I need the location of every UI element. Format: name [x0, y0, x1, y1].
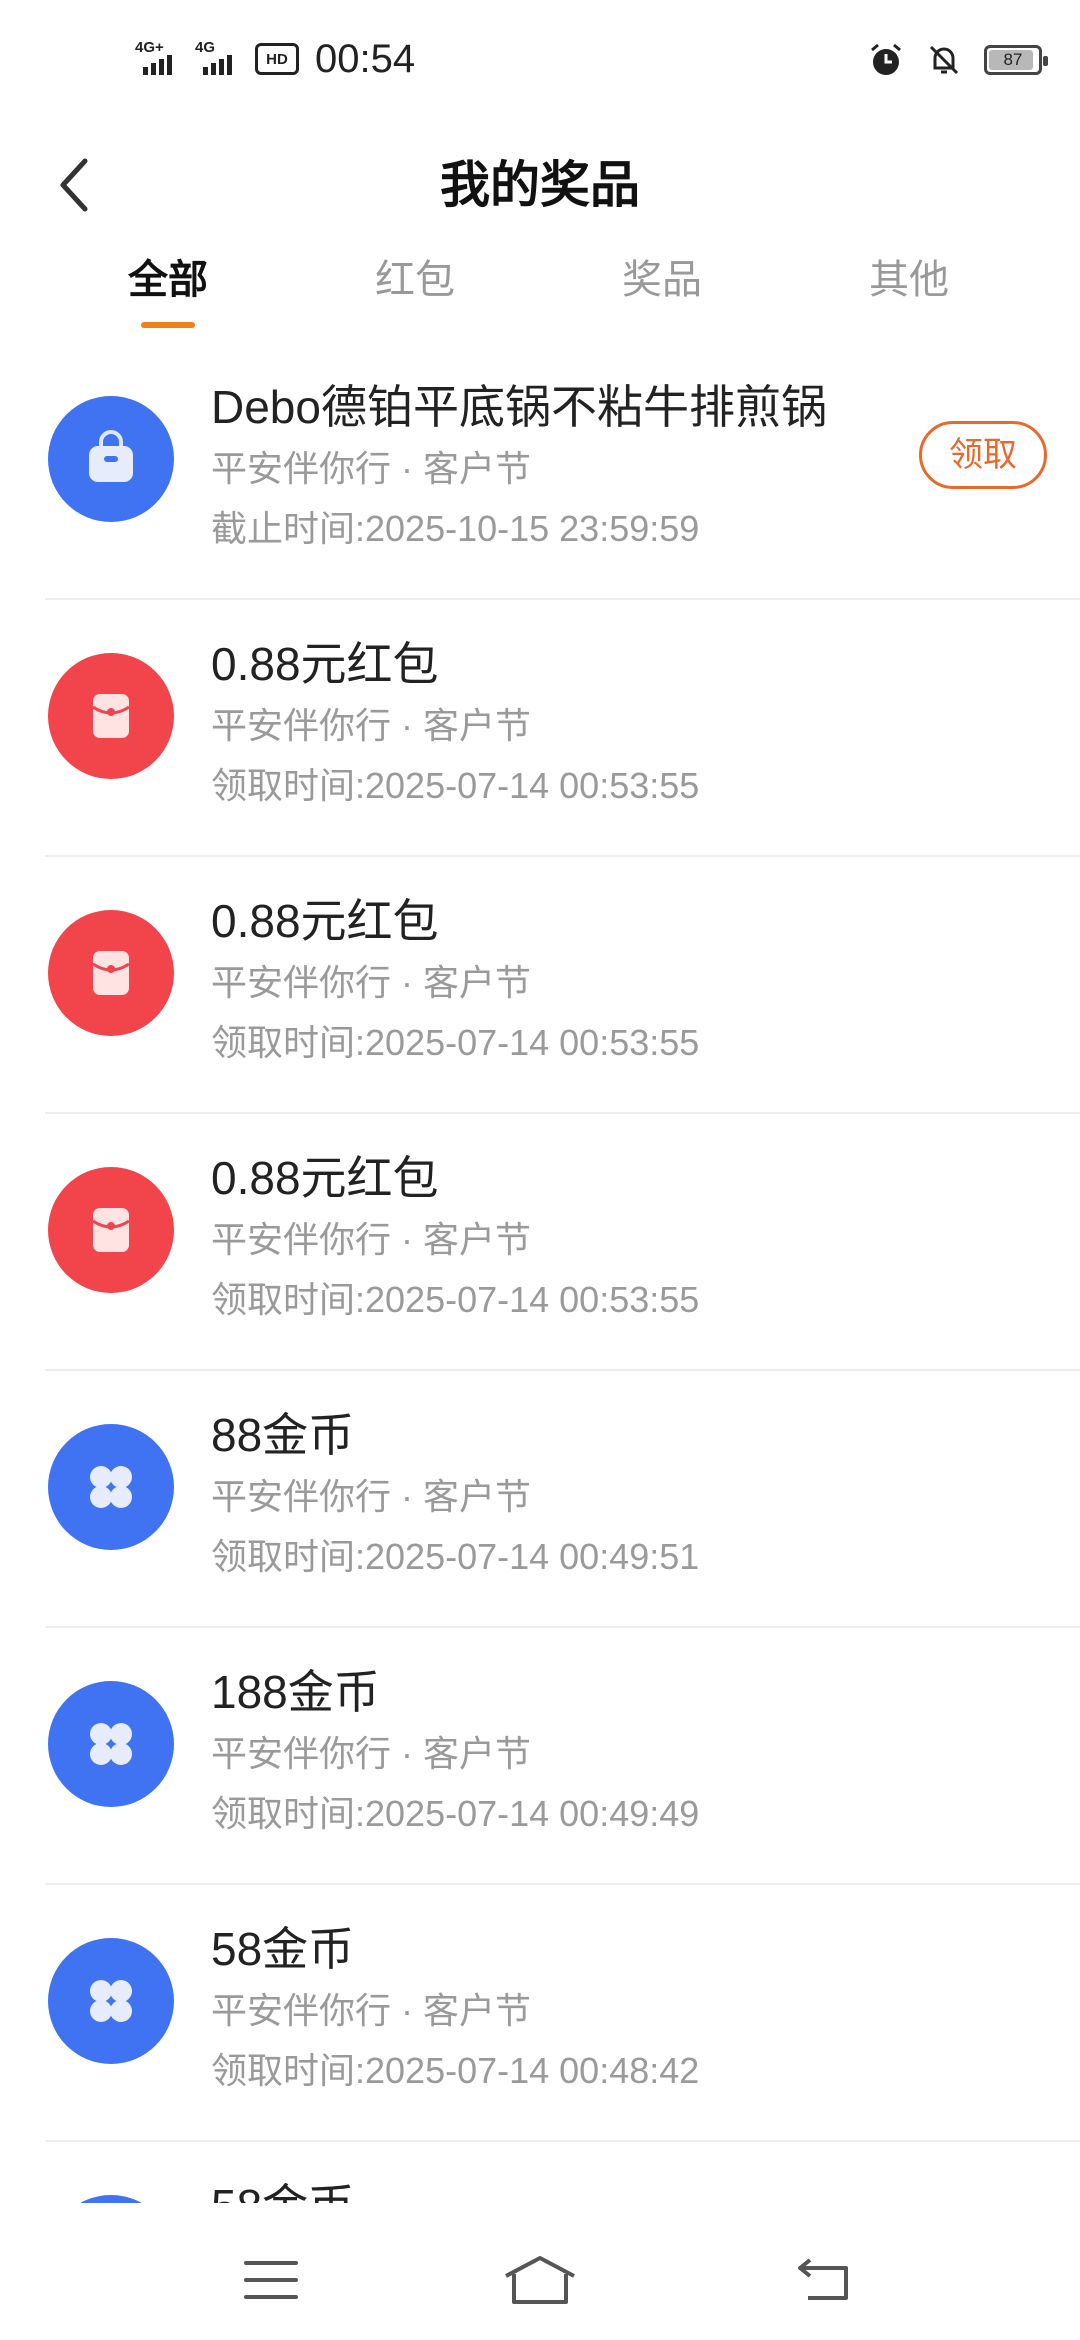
list-item[interactable]: 0.88元红包 平安伴你行 · 客户节 领取时间:2025-07-14 00:5… — [45, 857, 1080, 1114]
list-item[interactable]: 0.88元红包 平安伴你行 · 客户节 领取时间:2025-07-14 00:5… — [45, 1114, 1080, 1371]
item-source: 平安伴你行 · 客户节 — [211, 962, 531, 1003]
tab-label: 其他 — [869, 258, 949, 302]
list-item[interactable]: Debo德铂平底锅不粘牛排煎锅 平安伴你行 · 客户节 截止时间:2025-10… — [45, 343, 1080, 600]
home-button[interactable] — [490, 2230, 590, 2330]
list-item[interactable]: 0.88元红包 平安伴你行 · 客户节 领取时间:2025-07-14 00:5… — [45, 600, 1080, 857]
tab-red-packet[interactable]: 红包 — [335, 250, 495, 340]
red-envelope-icon — [48, 910, 174, 1036]
item-time: 领取时间:2025-07-14 00:49:51 — [211, 1536, 700, 1577]
signal-icon: 4G+ — [135, 39, 185, 79]
hd-voice-icon: HD — [255, 43, 299, 75]
back-icon — [798, 2258, 848, 2300]
item-time: 领取时间:2025-07-14 00:53:55 — [211, 1022, 700, 1063]
item-time: 领取时间:2025-07-14 00:48:42 — [211, 2050, 700, 2091]
tab-all[interactable]: 全部 — [88, 250, 248, 340]
item-time: 领取时间:2025-07-14 00:53:55 — [211, 1279, 700, 1320]
clover-icon — [48, 2195, 174, 2203]
list-item[interactable]: 58金币 — [45, 2142, 1080, 2203]
bag-icon — [48, 396, 174, 522]
item-name: 0.88元红包 — [211, 1152, 439, 1204]
status-time: 00:54 — [315, 36, 416, 81]
bell-off-icon — [929, 45, 959, 75]
battery-level: 87 — [1003, 50, 1023, 69]
item-source: 平安伴你行 · 客户节 — [211, 1219, 531, 1260]
item-name: 58金币 — [211, 1923, 355, 1975]
item-source: 平安伴你行 · 客户节 — [211, 448, 531, 489]
list-item[interactable]: 188金币 平安伴你行 · 客户节 领取时间:2025-07-14 00:49:… — [45, 1628, 1080, 1885]
item-name: Debo德铂平底锅不粘牛排煎锅 — [211, 381, 827, 433]
battery-icon: 87 — [984, 45, 1048, 75]
item-name: 88金币 — [211, 1409, 355, 1461]
item-time: 领取时间:2025-07-14 00:49:49 — [211, 1793, 700, 1834]
clover-icon — [48, 1681, 174, 1807]
item-source: 平安伴你行 · 客户节 — [211, 1476, 531, 1517]
claim-button[interactable]: 领取 — [919, 421, 1047, 489]
tab-bar: 全部 红包 奖品 其他 — [0, 250, 1080, 340]
status-bar: 4G+ 4G HD 00:54 87 — [0, 0, 1080, 120]
item-time: 领取时间:2025-07-14 00:53:55 — [211, 765, 700, 806]
bottom-nav-bar — [0, 2210, 1080, 2340]
tab-label: 红包 — [375, 258, 455, 302]
tab-prizes[interactable]: 奖品 — [582, 250, 742, 340]
clover-icon — [48, 1938, 174, 2064]
clover-icon — [48, 1424, 174, 1550]
item-source: 平安伴你行 · 客户节 — [211, 1733, 531, 1774]
item-source: 平安伴你行 · 客户节 — [211, 1990, 531, 2031]
network-type-label: 4G — [195, 39, 216, 56]
header: 我的奖品 — [0, 120, 1080, 250]
item-name: 0.88元红包 — [211, 638, 439, 690]
status-left: 4G+ 4G HD 00:54 — [135, 34, 415, 84]
list-item[interactable]: 88金币 平安伴你行 · 客户节 领取时间:2025-07-14 00:49:5… — [45, 1371, 1080, 1628]
prize-list: Debo德铂平底锅不粘牛排煎锅 平安伴你行 · 客户节 截止时间:2025-10… — [0, 343, 1080, 2203]
back-nav-button[interactable] — [774, 2230, 874, 2330]
signal-icon: 4G — [195, 39, 245, 79]
item-name: 188金币 — [211, 1666, 380, 1718]
network-type-label: 4G+ — [135, 39, 164, 56]
item-name: 0.88元红包 — [211, 895, 439, 947]
list-item[interactable]: 58金币 平安伴你行 · 客户节 领取时间:2025-07-14 00:48:4… — [45, 1885, 1080, 2142]
item-time: 截止时间:2025-10-15 23:59:59 — [211, 508, 700, 549]
status-right: 87 — [868, 38, 1048, 82]
item-source: 平安伴你行 · 客户节 — [211, 705, 531, 746]
tab-label: 全部 — [128, 258, 208, 302]
menu-icon — [244, 2261, 298, 2299]
item-name: 58金币 — [211, 2170, 354, 2203]
red-envelope-icon — [48, 653, 174, 779]
red-envelope-icon — [48, 1167, 174, 1293]
menu-button[interactable] — [221, 2230, 321, 2330]
tab-active-indicator — [141, 322, 195, 328]
tab-label: 奖品 — [622, 258, 702, 302]
page-title: 我的奖品 — [440, 157, 640, 213]
home-icon — [505, 2256, 575, 2304]
alarm-icon — [871, 43, 901, 75]
tab-other[interactable]: 其他 — [829, 250, 989, 340]
